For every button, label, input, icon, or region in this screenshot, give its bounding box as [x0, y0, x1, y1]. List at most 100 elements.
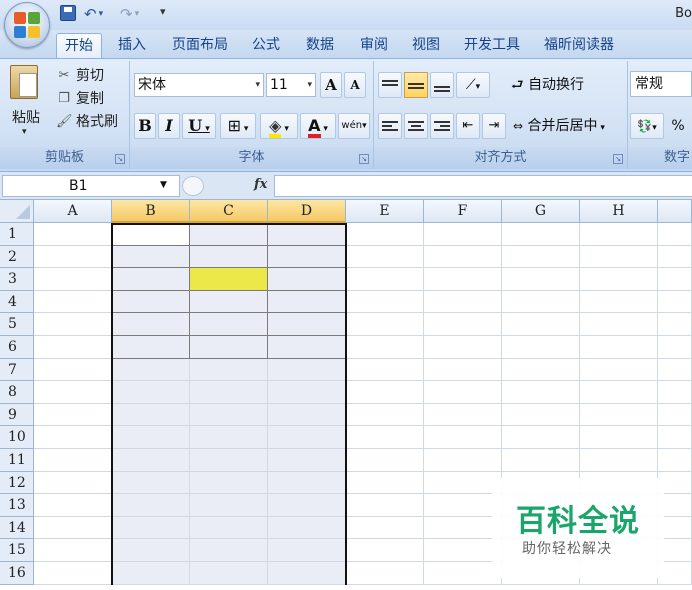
- formula-input[interactable]: [274, 175, 692, 197]
- cell-h11[interactable]: [580, 449, 658, 472]
- cell-g10[interactable]: [502, 426, 580, 449]
- fill-color-button[interactable]: ◈ ▾: [260, 113, 298, 139]
- row-header-6[interactable]: 6: [0, 336, 34, 359]
- undo-button[interactable]: ↶ ▾: [84, 5, 103, 23]
- cell-c6[interactable]: [190, 336, 268, 359]
- paste-dropdown-icon[interactable]: ▾: [22, 127, 27, 137]
- cell-partial[interactable]: [658, 313, 692, 336]
- cell-a9[interactable]: [34, 403, 112, 427]
- tab-formulas[interactable]: 公式: [244, 33, 288, 58]
- cell-e2[interactable]: [346, 245, 424, 269]
- italic-button[interactable]: I: [158, 113, 180, 139]
- column-header-c[interactable]: C: [190, 200, 268, 223]
- cell-h10[interactable]: [580, 426, 658, 449]
- row-header-13[interactable]: 13: [0, 494, 34, 517]
- cell-g2[interactable]: [502, 245, 580, 269]
- cell-c7[interactable]: [190, 358, 268, 382]
- cell-a5[interactable]: [34, 313, 112, 336]
- align-right-button[interactable]: [430, 113, 454, 139]
- row-header-3[interactable]: 3: [0, 268, 34, 291]
- cell-a10[interactable]: [34, 426, 112, 449]
- row-header-2[interactable]: 2: [0, 245, 34, 269]
- tab-view[interactable]: 视图: [404, 33, 448, 58]
- row-header-14[interactable]: 14: [0, 516, 34, 540]
- undo-dropdown-icon[interactable]: ▾: [99, 9, 104, 19]
- cell-partial[interactable]: [658, 358, 692, 382]
- shrink-font-button[interactable]: A: [344, 72, 366, 98]
- cell-d11[interactable]: [268, 449, 346, 472]
- wrap-text-button[interactable]: ⮐ 自动换行: [510, 72, 600, 98]
- cell-d1[interactable]: [268, 223, 346, 246]
- cell-b12[interactable]: [112, 471, 190, 495]
- cell-d4[interactable]: [268, 290, 346, 314]
- format-painter-button[interactable]: 🖌 格式刷: [56, 111, 118, 131]
- cell-d9[interactable]: [268, 403, 346, 427]
- cell-b8[interactable]: [112, 381, 190, 404]
- row-header-9[interactable]: 9: [0, 403, 34, 427]
- cell-partial[interactable]: [658, 268, 692, 291]
- cell-f5[interactable]: [424, 313, 502, 336]
- cell-f2[interactable]: [424, 245, 502, 269]
- cell-e3[interactable]: [346, 268, 424, 291]
- row-header-10[interactable]: 10: [0, 426, 34, 449]
- cut-button[interactable]: ✂ 剪切: [56, 65, 104, 85]
- cell-f3[interactable]: [424, 268, 502, 291]
- copy-button[interactable]: ❐ 复制: [56, 88, 104, 108]
- cell-c1[interactable]: [190, 223, 268, 246]
- cell-c3[interactable]: [190, 268, 268, 291]
- merge-center-button[interactable]: ⇔ 合并后居中 ▾: [512, 113, 624, 139]
- cell-b16[interactable]: [112, 562, 190, 585]
- cell-e13[interactable]: [346, 494, 424, 517]
- cell-g8[interactable]: [502, 381, 580, 404]
- percent-style-button[interactable]: %: [668, 113, 688, 139]
- cell-f9[interactable]: [424, 403, 502, 427]
- bold-button[interactable]: B: [134, 113, 156, 139]
- column-header-e[interactable]: E: [346, 200, 424, 223]
- cell-h2[interactable]: [580, 245, 658, 269]
- select-all-button[interactable]: [0, 200, 34, 223]
- cell-g4[interactable]: [502, 290, 580, 314]
- cell-d10[interactable]: [268, 426, 346, 449]
- row-header-16[interactable]: 16: [0, 562, 34, 585]
- cell-c9[interactable]: [190, 403, 268, 427]
- row-header-12[interactable]: 12: [0, 471, 34, 495]
- cell-g3[interactable]: [502, 268, 580, 291]
- cell-b5[interactable]: [112, 313, 190, 336]
- column-header-partial[interactable]: [658, 200, 692, 223]
- row-header-7[interactable]: 7: [0, 358, 34, 382]
- currency-format-button[interactable]: 💱▾: [630, 113, 664, 139]
- cell-c13[interactable]: [190, 494, 268, 517]
- cell-b15[interactable]: [112, 539, 190, 562]
- cell-a4[interactable]: [34, 290, 112, 314]
- row-header-11[interactable]: 11: [0, 449, 34, 472]
- redo-button[interactable]: ↷ ▾: [120, 5, 139, 23]
- cell-f13[interactable]: [424, 494, 502, 517]
- cell-e10[interactable]: [346, 426, 424, 449]
- cell-f10[interactable]: [424, 426, 502, 449]
- align-bottom-button[interactable]: [430, 72, 454, 98]
- cell-b13[interactable]: [112, 494, 190, 517]
- cell-c10[interactable]: [190, 426, 268, 449]
- row-header-8[interactable]: 8: [0, 381, 34, 404]
- cell-a3[interactable]: [34, 268, 112, 291]
- cell-c8[interactable]: [190, 381, 268, 404]
- cell-a15[interactable]: [34, 539, 112, 562]
- office-button[interactable]: [4, 2, 50, 48]
- cell-a14[interactable]: [34, 516, 112, 540]
- tab-home[interactable]: 开始: [56, 33, 102, 58]
- cell-c16[interactable]: [190, 562, 268, 585]
- cell-d5[interactable]: [268, 313, 346, 336]
- cell-g7[interactable]: [502, 358, 580, 382]
- column-header-f[interactable]: F: [424, 200, 502, 223]
- name-box[interactable]: B1: [2, 175, 180, 197]
- cell-e8[interactable]: [346, 381, 424, 404]
- cell-partial[interactable]: [658, 223, 692, 246]
- cell-h9[interactable]: [580, 403, 658, 427]
- cell-e1[interactable]: [346, 223, 424, 246]
- cell-a1[interactable]: [34, 223, 112, 246]
- cell-e4[interactable]: [346, 290, 424, 314]
- cell-c2[interactable]: [190, 245, 268, 269]
- cell-b1[interactable]: [112, 223, 190, 246]
- tab-insert[interactable]: 插入: [110, 33, 154, 58]
- tab-review[interactable]: 审阅: [352, 33, 396, 58]
